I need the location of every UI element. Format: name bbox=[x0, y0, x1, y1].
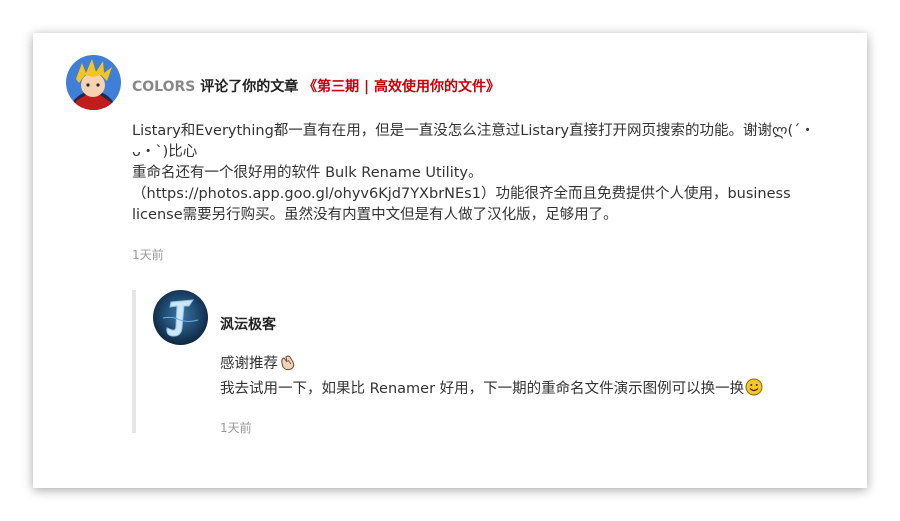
comment-line: Listary和Everything都一直有在用，但是一直没怎么注意过Lista… bbox=[132, 123, 815, 160]
reply-line: 感谢推荐 bbox=[220, 354, 810, 378]
comment-body: Listary和Everything都一直有在用，但是一直没怎么注意过Lista… bbox=[132, 121, 837, 226]
comment-header: COLORS 评论了你的文章 《第三期 | 高效使用你的文件》 bbox=[132, 76, 500, 96]
reply-username[interactable]: 沨沄极客 bbox=[220, 314, 276, 334]
comment-action-text: 评论了你的文章 bbox=[200, 79, 299, 95]
smile-emoji-icon bbox=[745, 378, 763, 403]
article-link[interactable]: 《第三期 | 高效使用你的文件》 bbox=[303, 79, 500, 95]
user-avatar[interactable] bbox=[66, 55, 121, 110]
clap-icon bbox=[279, 354, 296, 378]
comment-line: 重命名还有一个很好用的软件 Bulk Rename Utility。 bbox=[132, 165, 483, 181]
reply-avatar[interactable] bbox=[153, 290, 208, 345]
letter-logo-avatar-icon bbox=[153, 290, 208, 345]
comment-username[interactable]: COLORS bbox=[132, 79, 195, 95]
anime-avatar-icon bbox=[66, 55, 121, 110]
reply-block: 沨沄极客 感谢推荐 我去试用一下，如果比 Renamer 好用，下一期的重命名文… bbox=[132, 290, 816, 435]
reply-body: 感谢推荐 我去试用一下，如果比 Renamer 好用，下一期的重命名文件演示图例… bbox=[220, 354, 810, 403]
comment-line: （https://photos.app.goo.gl/ohyv6Kjd7YXbr… bbox=[132, 186, 791, 223]
reply-timestamp: 1天前 bbox=[220, 421, 252, 435]
reply-line: 我去试用一下，如果比 Renamer 好用，下一期的重命名文件演示图例可以换一换 bbox=[220, 378, 810, 403]
comment-timestamp: 1天前 bbox=[132, 248, 164, 262]
notification-card: COLORS 评论了你的文章 《第三期 | 高效使用你的文件》 Listary和… bbox=[33, 33, 867, 488]
